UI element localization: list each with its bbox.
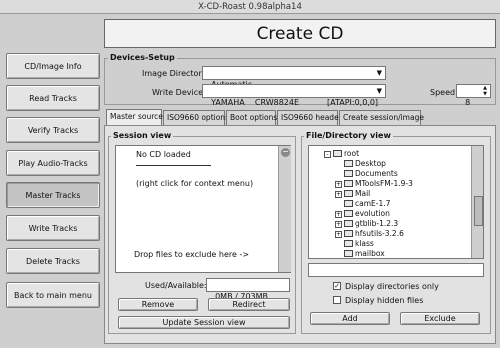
tree-expander-icon[interactable]: + [335, 191, 342, 198]
tree-item-label: camE-1.7 [355, 199, 391, 208]
folder-icon [344, 190, 353, 197]
folder-icon [344, 220, 353, 227]
used-available-field: 0MB / 703MB [206, 278, 290, 301]
image-directory-label: Image Directory: [142, 69, 209, 78]
speed-label: Speed: [430, 88, 458, 97]
tree-item[interactable]: mailbox [335, 248, 385, 258]
window-title: X-CD-Roast 0.98alpha14 [0, 0, 500, 14]
tree-scrollbar-thumb[interactable] [474, 196, 483, 226]
context-menu-hint: (right click for context menu) [136, 179, 254, 188]
spinner-arrows-icon[interactable]: ▲ ▼ [483, 85, 487, 97]
display-directories-only-label: Display directories only [345, 282, 439, 291]
tree-item-label: Documents [355, 169, 398, 178]
write-device-label: Write Device: [152, 88, 206, 97]
tree-item-label: root [344, 149, 360, 158]
folder-icon [344, 180, 353, 187]
tree-item-label: Desktop [355, 159, 386, 168]
tree-item-label: gtblib-1.2.3 [355, 219, 399, 228]
speed-value: 8 [465, 98, 471, 107]
speed-spinner[interactable]: 8 ▲ ▼ [456, 84, 491, 107]
separator-line [136, 165, 211, 166]
tree-item-label: evolution [355, 209, 390, 218]
tree-item-label: Mail [355, 189, 371, 198]
devices-setup-label: Devices-Setup [108, 53, 177, 62]
folder-icon [344, 230, 353, 237]
session-view-list[interactable]: No CD loaded (right click for context me… [115, 145, 291, 273]
file-directory-view-label: File/Directory view [304, 131, 393, 140]
chevron-down-icon: ▼ [376, 87, 382, 95]
folder-icon [344, 170, 353, 177]
session-view-label: Session view [111, 131, 174, 140]
folder-icon [344, 250, 353, 257]
write-device-select[interactable]: YAMAHA CRW8824E [ATAPI:0,0,0] ▼ [202, 84, 386, 107]
tree-item-label: klass [355, 239, 374, 248]
tree-scrollbar[interactable] [471, 146, 483, 258]
sidebar-item-write-tracks[interactable]: Write Tracks [6, 215, 100, 241]
tab-create-session-image[interactable]: Create session/image [339, 110, 424, 125]
sidebar-item-back-to-main-menu[interactable]: Back to main menu [6, 282, 100, 308]
tree-expander-icon[interactable]: - [324, 151, 331, 158]
tab-boot-options[interactable]: Boot options [226, 110, 277, 125]
chevron-down-icon: ▼ [376, 69, 382, 77]
redirect-button[interactable]: Redirect [208, 298, 290, 311]
folder-icon [344, 160, 353, 167]
sidebar-item-delete-tracks[interactable]: Delete Tracks [6, 248, 100, 274]
sidebar-item-master-tracks[interactable]: Master Tracks [6, 182, 100, 208]
minus-icon[interactable]: − [281, 148, 290, 157]
used-available-label: Used/Available: [145, 281, 207, 290]
tree-expander-icon[interactable]: + [335, 221, 342, 228]
tree-expander-icon[interactable]: + [335, 211, 342, 218]
session-scrollbar[interactable]: − [278, 146, 291, 272]
folder-icon [344, 240, 353, 247]
display-directories-only-checkbox[interactable]: ✓ [333, 282, 341, 290]
add-button[interactable]: Add [310, 312, 390, 325]
file-directory-tree[interactable]: - root Desktop Documents + MToolsFM-1.9-3 + Mai… [308, 145, 484, 259]
sidebar-item-play-audio-tracks[interactable]: Play Audio-Tracks [6, 150, 100, 176]
image-directory-select[interactable]: Automatic ▼ [202, 66, 386, 89]
write-device-value: YAMAHA CRW8824E [ATAPI:0,0,0] [211, 98, 379, 107]
update-session-view-button[interactable]: Update Session view [118, 316, 290, 329]
tab-iso9660-options[interactable]: ISO9660 options [163, 110, 229, 125]
drop-files-hint: Drop files to exclude here -> [134, 250, 250, 259]
page-title: Create CD [104, 19, 496, 48]
sidebar-item-verify-tracks[interactable]: Verify Tracks [6, 117, 100, 143]
sidebar-item-read-tracks[interactable]: Read Tracks [6, 85, 100, 111]
tree-expander-icon[interactable]: + [335, 231, 342, 238]
folder-icon [333, 150, 342, 157]
display-hidden-files-label: Display hidden files [345, 296, 424, 305]
no-cd-loaded-text: No CD loaded [136, 150, 191, 159]
path-input[interactable] [308, 263, 484, 277]
tab-master-source[interactable]: Master source [106, 109, 163, 126]
remove-button[interactable]: Remove [118, 298, 198, 311]
tree-item-label: MToolsFM-1.9-3 [355, 179, 413, 188]
tab-iso9660-header[interactable]: ISO9660 header [277, 110, 342, 125]
tree-expander-icon[interactable]: + [335, 181, 342, 188]
tree-item-label: mailbox [355, 249, 385, 258]
exclude-button[interactable]: Exclude [400, 312, 480, 325]
display-hidden-files-checkbox[interactable] [333, 296, 341, 304]
folder-icon [344, 210, 353, 217]
sidebar-item-cd-image-info[interactable]: CD/Image Info [6, 53, 100, 79]
tree-item-label: hfsutils-3.2.6 [355, 229, 404, 238]
folder-icon [344, 200, 353, 207]
